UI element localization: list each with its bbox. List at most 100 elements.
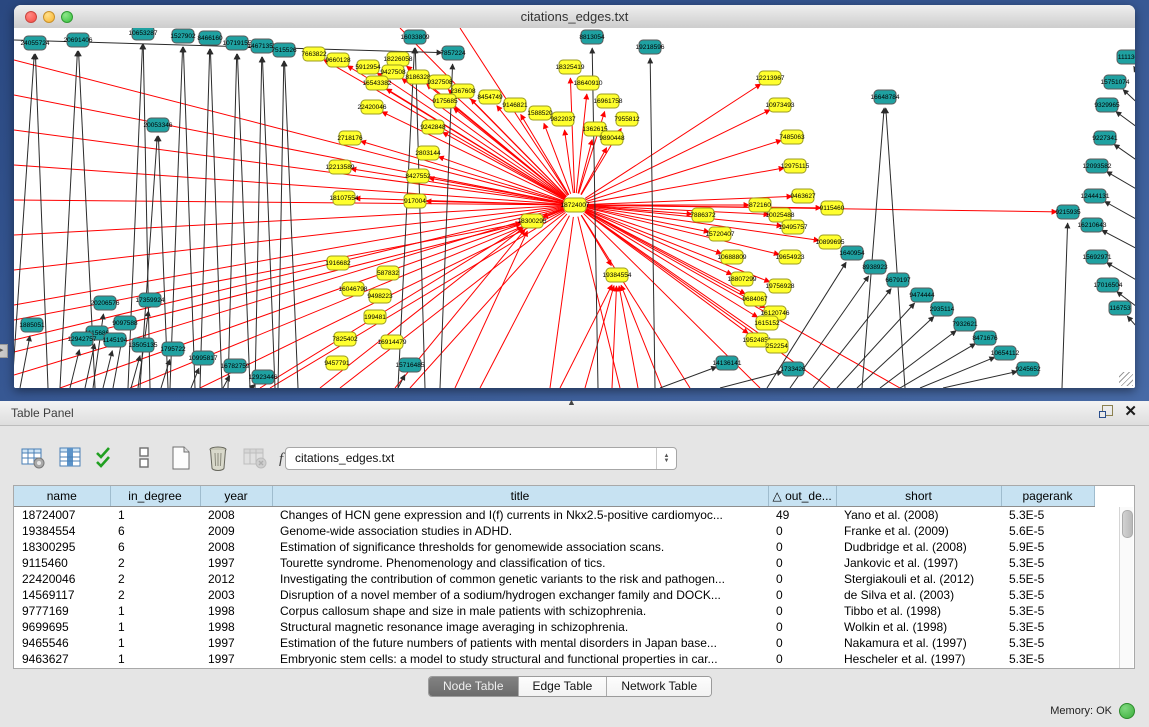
network-canvas[interactable]: 1872400776638229660128591295418226058942… xyxy=(14,28,1135,388)
graph-edge[interactable] xyxy=(351,169,563,203)
graph-node-yellow[interactable]: 1615152 xyxy=(754,316,780,330)
graph-node-yellow[interactable]: 19495757 xyxy=(779,220,808,234)
graph-edge[interactable] xyxy=(284,61,298,388)
graph-edge[interactable] xyxy=(578,140,592,194)
graph-node-teal[interactable]: 10653287 xyxy=(129,28,158,40)
graph-edge[interactable] xyxy=(560,285,612,388)
tab-network-table[interactable]: Network Table xyxy=(607,677,711,696)
graph-edge[interactable] xyxy=(565,130,574,193)
tab-edge-table[interactable]: Edge Table xyxy=(519,677,608,696)
graph-node-yellow[interactable]: 18724007 xyxy=(561,198,590,212)
graph-node-teal[interactable]: 8466160 xyxy=(197,31,223,45)
graph-node-teal[interactable]: 16648784 xyxy=(871,90,900,104)
graph-edge[interactable] xyxy=(161,360,170,388)
graph-node-teal[interactable]: 16782759 xyxy=(221,359,250,373)
graph-node-yellow[interactable]: 8427552 xyxy=(405,169,431,183)
graph-node-teal[interactable]: 16210643 xyxy=(1078,218,1107,232)
graph-node-yellow[interactable]: 7825402 xyxy=(332,332,358,346)
graph-edge[interactable] xyxy=(262,57,275,388)
graph-edge[interactable] xyxy=(443,132,565,199)
graph-edge[interactable] xyxy=(278,61,284,388)
graph-node-yellow[interactable]: 16914479 xyxy=(378,335,407,349)
graph-node-teal[interactable]: 17359924 xyxy=(136,293,165,307)
graph-edge[interactable] xyxy=(1062,223,1068,388)
split-divider-arrow-icon[interactable]: ▲ xyxy=(567,397,576,407)
table-row[interactable]: 977716911998Corpus callosum shape and si… xyxy=(14,603,1108,619)
graph-node-teal[interactable]: 20206576 xyxy=(91,296,120,310)
graph-node-yellow[interactable]: 917004 xyxy=(404,194,426,208)
graph-node-yellow[interactable]: 18640910 xyxy=(574,76,603,90)
graph-edge[interactable] xyxy=(480,216,569,388)
graph-node-yellow[interactable]: 19654923 xyxy=(776,250,805,264)
column-header-pagerank[interactable]: pagerank xyxy=(1001,486,1094,507)
window-resize-grip[interactable] xyxy=(1119,372,1133,386)
graph-node-yellow[interactable]: 16961758 xyxy=(594,94,623,108)
graph-node-yellow[interactable]: 9684067 xyxy=(742,292,768,306)
graph-node-yellow[interactable]: 2803144 xyxy=(415,146,441,160)
graph-node-teal[interactable]: 15692971 xyxy=(1083,250,1112,264)
graph-node-yellow[interactable]: 10973493 xyxy=(766,98,795,112)
graph-node-yellow[interactable]: 7663822 xyxy=(301,47,327,61)
graph-edge[interactable] xyxy=(14,95,563,203)
graph-node-teal[interactable]: 8813054 xyxy=(579,30,605,44)
graph-node-teal[interactable]: 19218596 xyxy=(636,40,665,54)
graph-node-yellow[interactable]: 19756928 xyxy=(766,279,795,293)
graph-node-teal[interactable]: 9097588 xyxy=(112,316,138,330)
graph-edge[interactable] xyxy=(251,384,255,388)
graph-edge[interactable] xyxy=(720,372,782,388)
table-column-settings-icon[interactable] xyxy=(18,444,47,473)
column-header-in_degree[interactable]: in_degree xyxy=(110,486,200,507)
graph-edge[interactable] xyxy=(200,49,210,388)
graph-edge[interactable] xyxy=(880,331,956,388)
graph-edge[interactable] xyxy=(585,286,614,388)
column-header-out_degree[interactable]: △ out_de... xyxy=(768,486,836,507)
graph-edge[interactable] xyxy=(35,54,48,388)
graph-edge[interactable] xyxy=(85,344,95,388)
graph-node-yellow[interactable]: 19384554 xyxy=(603,268,632,282)
graph-node-yellow[interactable]: 18807299 xyxy=(728,272,757,286)
table-row[interactable]: 1830029562008Estimation of significance … xyxy=(14,539,1108,555)
graph-edge[interactable] xyxy=(223,376,230,388)
graph-node-yellow[interactable]: 10899695 xyxy=(816,235,845,249)
graph-node-yellow[interactable]: 9457791 xyxy=(324,356,350,370)
graph-edge[interactable] xyxy=(455,231,527,388)
graph-edge[interactable] xyxy=(143,44,150,388)
graph-node-teal[interactable]: 9245652 xyxy=(1015,362,1041,376)
graph-node-yellow[interactable]: 2718176 xyxy=(337,131,363,145)
graph-node-yellow[interactable]: 7886372 xyxy=(690,208,716,222)
table-row[interactable]: 969969511998Structural magnetic resonanc… xyxy=(14,619,1108,635)
graph-edge[interactable] xyxy=(14,208,563,340)
graph-node-yellow[interactable]: 9498223 xyxy=(367,289,393,303)
graph-node-yellow[interactable]: 18107554 xyxy=(330,191,359,205)
graph-node-yellow[interactable]: 9660128 xyxy=(325,53,351,67)
graph-node-yellow[interactable]: 872160 xyxy=(749,198,771,212)
graph-node-teal[interactable]: 1640954 xyxy=(839,246,865,260)
graph-node-yellow[interactable]: 12213589 xyxy=(326,160,355,174)
column-header-short[interactable]: short xyxy=(836,486,1001,507)
graph-node-yellow[interactable]: 1588520 xyxy=(527,106,553,120)
graph-node-yellow[interactable]: 9890448 xyxy=(599,131,625,145)
table-row[interactable]: 1456911722003Disruption of a novel membe… xyxy=(14,587,1108,603)
graph-node-yellow[interactable]: 9822037 xyxy=(550,112,576,126)
select-all-icon[interactable] xyxy=(92,444,121,473)
graph-node-yellow[interactable]: 1916682 xyxy=(325,256,351,270)
graph-node-teal[interactable]: 24055724 xyxy=(21,36,50,50)
graph-edge[interactable] xyxy=(920,357,995,388)
graph-edge[interactable] xyxy=(415,48,425,388)
graph-edge[interactable] xyxy=(20,336,30,388)
graph-edge[interactable] xyxy=(103,351,112,388)
graph-node-yellow[interactable]: 7485063 xyxy=(779,130,805,144)
float-panel-icon[interactable] xyxy=(1099,405,1112,418)
graph-node-teal[interactable]: 12093582 xyxy=(1083,159,1112,173)
graph-node-teal[interactable]: 2935114 xyxy=(930,302,955,316)
table-row[interactable]: 2242004622012Investigating the contribut… xyxy=(14,571,1108,587)
graph-edge[interactable] xyxy=(228,54,237,388)
graph-node-teal[interactable]: 1527902 xyxy=(170,29,196,43)
graph-node-teal[interactable]: 20691406 xyxy=(64,33,93,47)
graph-edge[interactable] xyxy=(183,47,195,388)
graph-node-yellow[interactable]: 8454749 xyxy=(477,90,503,104)
graph-node-teal[interactable]: 1885051 xyxy=(19,318,45,332)
graph-node-teal[interactable]: 10995817 xyxy=(189,351,218,365)
table-row[interactable]: 1872400712008Changes of HCN gene express… xyxy=(14,507,1108,524)
graph-edge[interactable] xyxy=(237,54,250,388)
